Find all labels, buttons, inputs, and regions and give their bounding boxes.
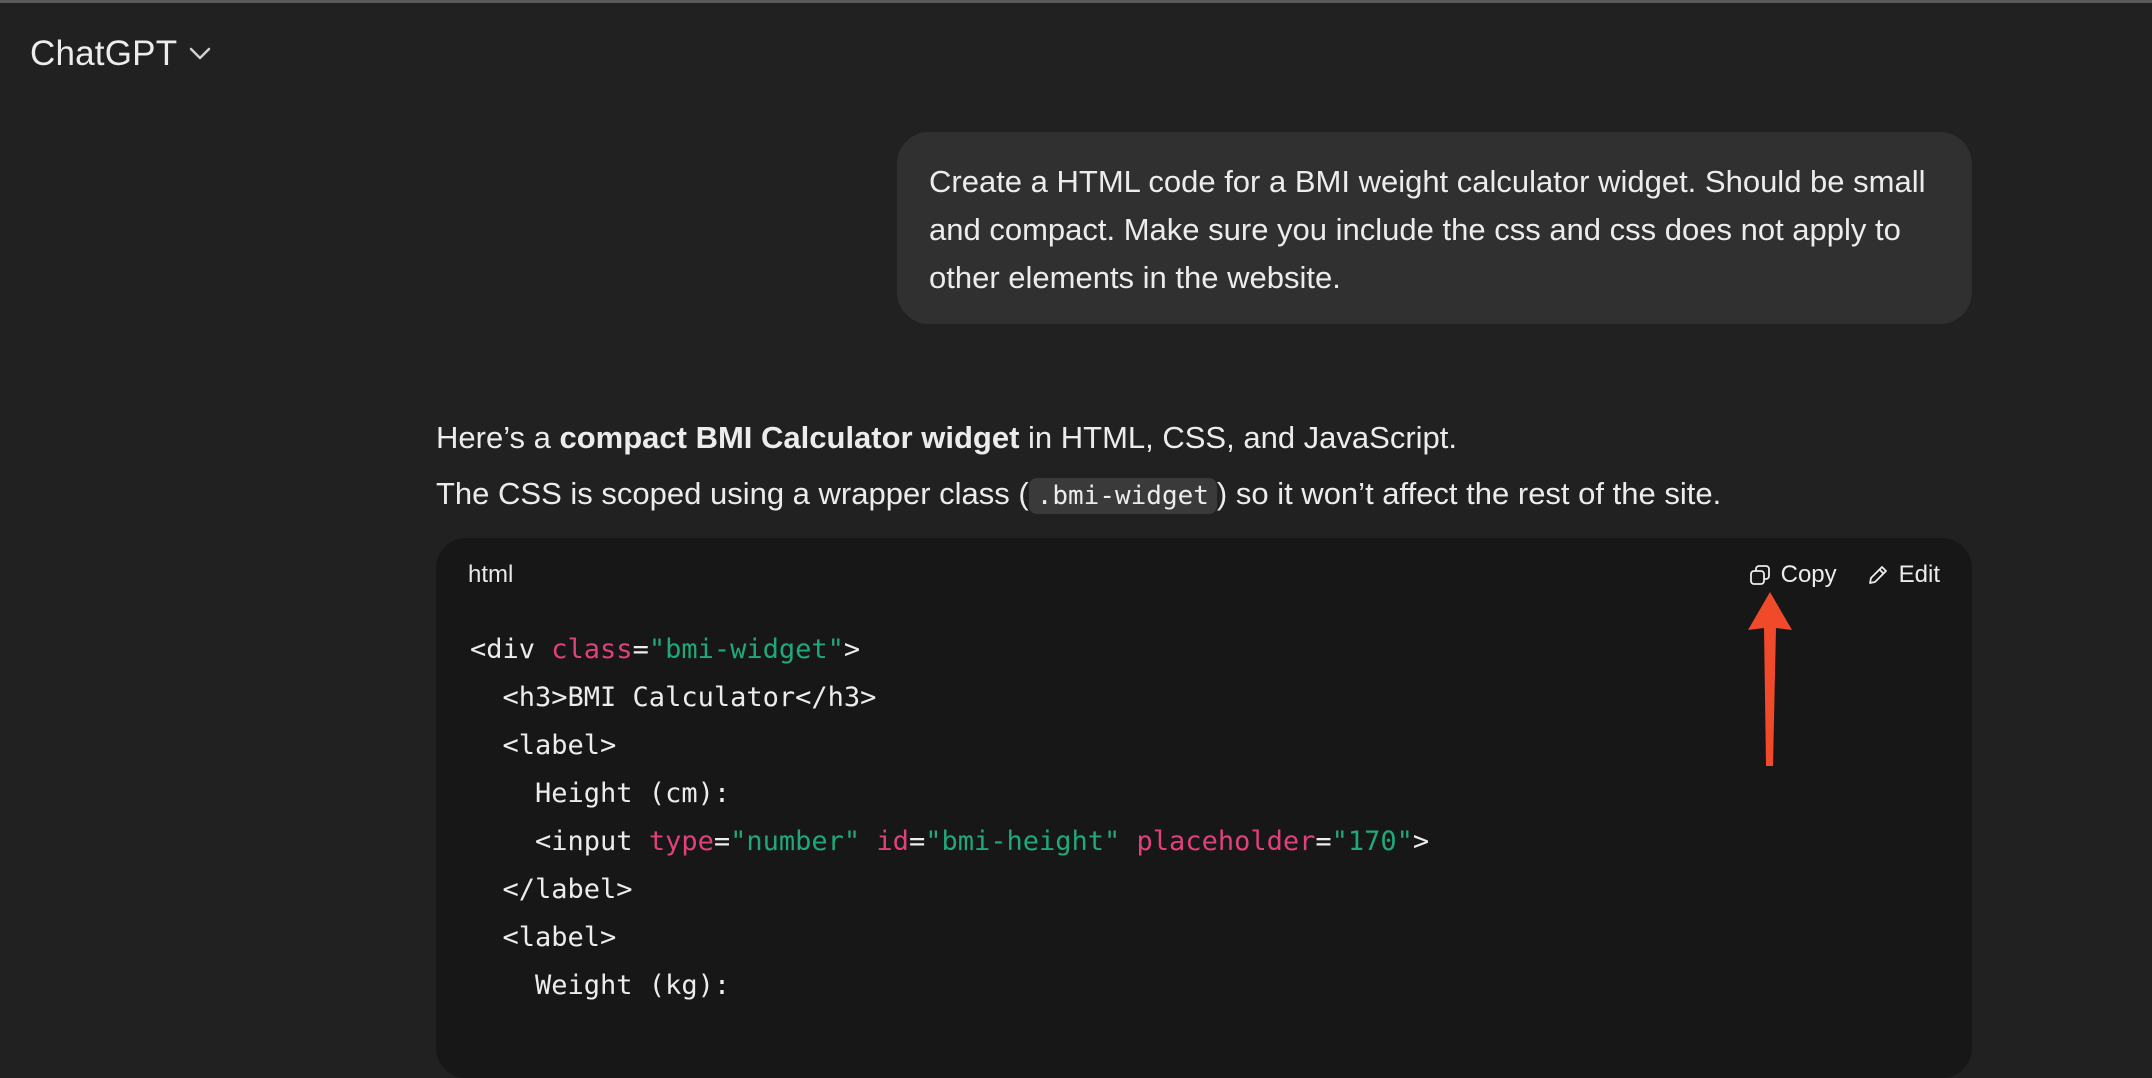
code-token: <label>	[470, 730, 617, 761]
code-token: =	[713, 826, 731, 857]
copy-icon	[1749, 565, 1770, 585]
code-token: "bmi-widget"	[648, 634, 844, 665]
assistant-message: Here’s a compact BMI Calculator widget i…	[436, 410, 1972, 524]
intro-text-end: in HTML, CSS, and JavaScript.	[1019, 420, 1458, 455]
app-title: ChatGPT	[30, 34, 178, 73]
code-line: <div class="bmi-widget">	[470, 626, 1938, 674]
code-token: type	[648, 826, 714, 857]
window-top-border	[0, 0, 2152, 3]
copy-button[interactable]: Copy	[1749, 561, 1837, 589]
scope-text: The CSS is scoped using a wrapper class …	[436, 476, 1029, 511]
assistant-scope-line: The CSS is scoped using a wrapper class …	[436, 466, 1972, 524]
code-token: <div	[470, 634, 552, 665]
inline-code-class: .bmi-widget	[1028, 478, 1217, 514]
code-language-label: html	[468, 561, 514, 588]
code-token: class	[551, 634, 633, 665]
intro-text: Here’s a	[436, 420, 560, 455]
code-token: <label>	[470, 922, 617, 953]
copy-label: Copy	[1780, 561, 1837, 588]
code-token: >	[843, 634, 861, 665]
code-line: <h3>BMI Calculator</h3>	[470, 674, 1938, 722]
arrow-up-icon	[1748, 592, 1792, 766]
code-token: >	[1412, 826, 1430, 857]
code-line: Weight (kg):	[470, 962, 1938, 1010]
edit-label: Edit	[1898, 561, 1940, 588]
scope-text-end: ) so it won’t affect the rest of the sit…	[1216, 476, 1722, 511]
assistant-intro-line: Here’s a compact BMI Calculator widget i…	[436, 410, 1972, 466]
code-line: Height (cm):	[470, 770, 1938, 818]
chevron-down-icon	[190, 47, 211, 60]
code-token: </label>	[470, 874, 633, 905]
code-token: <input	[470, 826, 649, 857]
code-token: <h3>BMI Calculator</h3>	[470, 682, 877, 713]
code-line: </label>	[470, 866, 1938, 914]
pencil-icon	[1868, 566, 1887, 584]
code-token: Weight (kg):	[470, 970, 731, 1001]
code-line: <label>	[470, 722, 1938, 770]
code-token: Height (cm):	[470, 778, 731, 809]
code-actions: Copy Edit	[1749, 561, 1940, 589]
code-token: "170"	[1331, 826, 1413, 857]
model-selector[interactable]: ChatGPT	[30, 34, 211, 74]
user-message-bubble: Create a HTML code for a BMI weight calc…	[897, 132, 1972, 324]
code-token: =	[632, 634, 649, 665]
edit-button[interactable]: Edit	[1867, 561, 1940, 589]
code-token: "number"	[730, 826, 861, 857]
user-message-text: Create a HTML code for a BMI weight calc…	[929, 164, 1926, 295]
code-token: =	[1315, 826, 1332, 857]
code-token: placeholder	[1136, 826, 1316, 857]
code-line: <label>	[470, 914, 1938, 962]
code-line: <input type="number" id="bmi-height" pla…	[470, 818, 1938, 866]
code-token: =	[908, 826, 926, 857]
code-token: "bmi-height"	[925, 826, 1121, 857]
intro-bold-text: compact BMI Calculator widget	[559, 420, 1020, 455]
code-token: id	[876, 826, 909, 857]
